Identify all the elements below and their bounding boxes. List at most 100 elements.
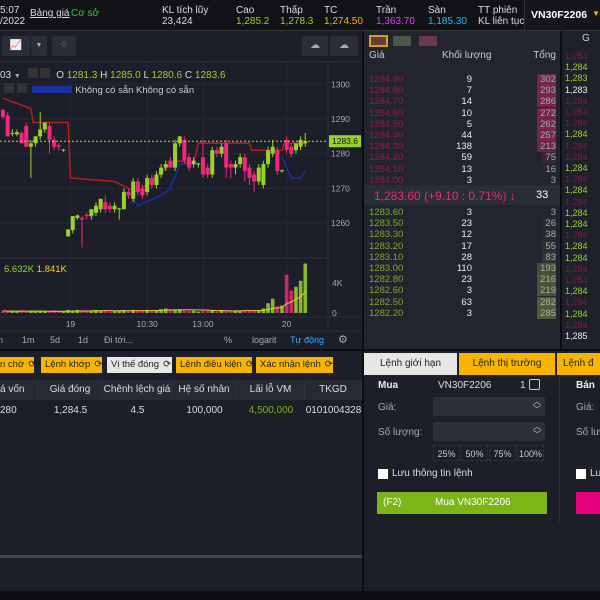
buy-button[interactable]: (F2) Mua VN30F2206	[377, 492, 547, 514]
percent-button[interactable]: 25%	[433, 445, 460, 461]
volume: 5	[466, 118, 472, 130]
tab-limit-order[interactable]: Lệnh giới hạn	[364, 353, 457, 375]
chart-toolbar-item[interactable]: 1m	[22, 335, 35, 345]
chart-toolbar-item[interactable]: n	[0, 335, 3, 345]
percent-button[interactable]: 50%	[461, 445, 488, 461]
total: 282	[537, 296, 556, 308]
price: 1283.60	[369, 207, 404, 218]
candle-body	[182, 139, 187, 161]
column-header[interactable]: Giá đóng	[38, 380, 103, 400]
stat-label: Cao	[236, 5, 255, 16]
total: 257	[537, 130, 556, 141]
trade-price: 1,284	[565, 95, 588, 106]
asks-row[interactable]: 1284.80 7 293	[364, 85, 560, 97]
total: 193	[537, 263, 556, 274]
asks-row[interactable]: 1284.50 5 262	[364, 118, 560, 130]
refresh-icon[interactable]: ⟳	[94, 359, 102, 370]
bids-row[interactable]: 1282.20 3 285	[364, 307, 560, 319]
quantity-input[interactable]: ︿ ﹀	[433, 422, 545, 441]
trade-price: 1,284	[565, 118, 588, 129]
sell-save-checkbox[interactable]	[576, 469, 586, 479]
candle-body	[242, 157, 247, 172]
tab-4[interactable]: Xác nhận lệnh ⟳	[256, 357, 333, 373]
trades-header: G	[582, 33, 590, 44]
bids-row[interactable]: 1283.30 12 38	[364, 229, 560, 241]
asks-row[interactable]: 1284.70 14 286	[364, 96, 560, 108]
eye-icon[interactable]	[27, 68, 38, 78]
candle-body	[275, 150, 280, 172]
chart-toolbar-item[interactable]: 5d	[50, 335, 60, 345]
column-header[interactable]: Lãi lỗ VM	[237, 380, 305, 400]
total: 16	[542, 164, 556, 175]
book-view-bids-icon[interactable]	[393, 36, 411, 46]
refresh-icon[interactable]: ⟳	[325, 359, 333, 370]
tab-0[interactable]: n chờ ⟳	[0, 357, 34, 373]
refresh-icon[interactable]: ⟳	[163, 359, 171, 370]
asks-row[interactable]: 1284.30 138 213	[364, 141, 560, 153]
header-price: Giá	[369, 50, 385, 61]
symbol-selector[interactable]: VN30F2206 ▼	[524, 0, 600, 30]
sell-button[interactable]	[576, 492, 600, 514]
tab-label: Lệnh điều kiện	[180, 359, 242, 370]
tab-conditional-order[interactable]: Lệnh đ	[557, 353, 600, 375]
bids-row[interactable]: 1282.50 63 282	[364, 296, 560, 308]
price: 1284.60	[369, 107, 404, 119]
tab-1[interactable]: Lệnh khớp ⟳	[41, 357, 102, 373]
horizontal-scrollbar[interactable]	[0, 555, 362, 558]
stat-value: 1,185.30	[428, 16, 467, 27]
open-label: O	[56, 70, 64, 81]
column-header[interactable]: Chênh lệch giá	[103, 380, 172, 400]
chart-toolbar-item[interactable]: Đi tới...	[104, 335, 133, 345]
volume-value: 6.632K	[4, 264, 35, 275]
close-icon[interactable]	[16, 83, 27, 93]
save-info-checkbox[interactable]	[378, 469, 388, 479]
volume-bar	[210, 310, 215, 313]
settings-icon[interactable]	[40, 68, 51, 78]
candle-body	[252, 174, 257, 182]
candle-body	[70, 216, 75, 231]
asks-row[interactable]: 1284.20 59 75	[364, 152, 560, 164]
bids-row[interactable]: 1283.50 23 26	[364, 218, 560, 230]
bids-row[interactable]: 1283.60 3 3	[364, 207, 560, 218]
book-view-asks-icon[interactable]	[419, 36, 437, 46]
market-link[interactable]: Cơ sở	[71, 8, 99, 19]
percent-button[interactable]: 75%	[489, 445, 516, 461]
gear-icon[interactable]: ⚙	[338, 333, 348, 346]
asks-row[interactable]: 1284.60 10 272	[364, 107, 560, 119]
stepper-icon[interactable]: ︿ ﹀	[533, 398, 541, 414]
chart-toolbar-item[interactable]: Tự động	[290, 335, 324, 345]
column-header[interactable]: á vốn	[0, 380, 38, 400]
bids-row[interactable]: 1283.10 28 83	[364, 251, 560, 263]
price-input[interactable]: ︿ ﹀	[433, 397, 545, 416]
column-header[interactable]: Hệ số nhân	[172, 380, 237, 400]
trade-price: 1,284	[565, 107, 588, 117]
tab-market-order[interactable]: Lệnh thị trường	[459, 353, 555, 375]
board-link[interactable]: Bảng giá	[30, 8, 69, 19]
eye-icon[interactable]	[4, 83, 14, 93]
chevron-down-icon[interactable]: ▼	[14, 73, 21, 80]
column-header[interactable]: TKGD	[305, 380, 362, 400]
refresh-icon[interactable]: ⟳	[28, 359, 34, 370]
candle-body	[61, 149, 66, 151]
tab-2[interactable]: Vị thế đóng ⟳	[107, 357, 172, 373]
asks-row[interactable]: 1284.40 44 257	[364, 130, 560, 141]
book-view-both-icon[interactable]	[369, 35, 388, 47]
refresh-icon[interactable]: ⟳	[246, 359, 252, 370]
bids-row[interactable]: 1283.00 110 193	[364, 263, 560, 274]
trade-price: 1,284	[565, 185, 588, 196]
tab-3[interactable]: Lệnh điều kiện ⟳	[176, 357, 252, 373]
table-cell: 280	[0, 405, 17, 416]
trade-price: 1,284	[565, 241, 588, 252]
chart-toolbar-item[interactable]: %	[224, 335, 232, 345]
stat-5: Sàn 1,185.30	[428, 5, 467, 27]
stepper-icon[interactable]: ︿ ﹀	[533, 423, 541, 439]
asks-row[interactable]: 1284.90 9 302	[364, 74, 560, 85]
wallet-icon[interactable]	[529, 379, 540, 390]
bids-row[interactable]: 1282.80 23 216	[364, 274, 560, 286]
bids-row[interactable]: 1283.20 17 55	[364, 240, 560, 252]
percent-button[interactable]: 100%	[517, 445, 544, 461]
chart-toolbar-item[interactable]: logarit	[252, 335, 277, 345]
bids-row[interactable]: 1282.60 3 219	[364, 285, 560, 297]
chart-toolbar-item[interactable]: 1d	[78, 335, 88, 345]
asks-row[interactable]: 1284.10 13 16	[364, 164, 560, 175]
